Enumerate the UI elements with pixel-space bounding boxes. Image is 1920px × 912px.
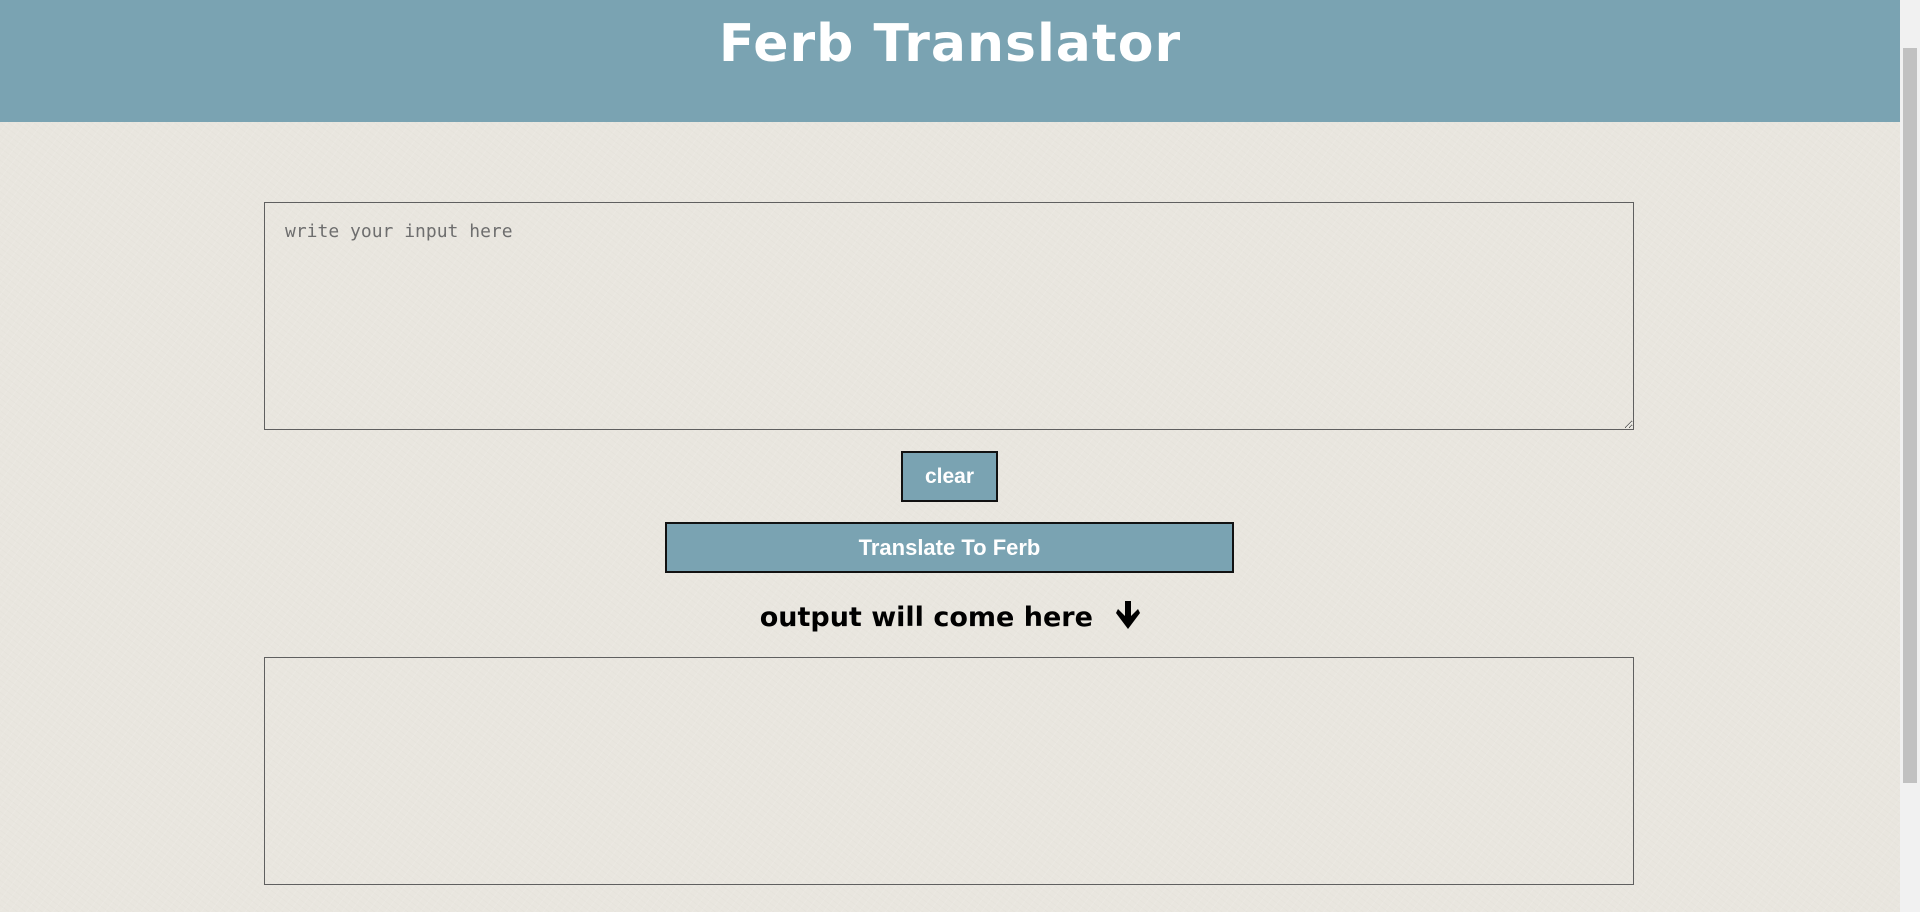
app-title: Ferb Translator (718, 14, 1182, 74)
translation-output (264, 657, 1634, 885)
header-bar: Ferb Translator (0, 0, 1900, 122)
clear-button[interactable]: clear (901, 451, 998, 502)
output-caption-text: output will come here (759, 602, 1093, 633)
scrollbar-thumb[interactable] (1903, 48, 1917, 783)
translation-input[interactable] (264, 202, 1634, 430)
arrow-down-icon (1116, 600, 1141, 642)
vertical-scrollbar[interactable] (1900, 0, 1920, 912)
page: Ferb Translator clear Translate To Ferb … (0, 0, 1900, 912)
translate-button[interactable]: Translate To Ferb (665, 522, 1234, 573)
output-caption: output will come here (0, 598, 1900, 642)
